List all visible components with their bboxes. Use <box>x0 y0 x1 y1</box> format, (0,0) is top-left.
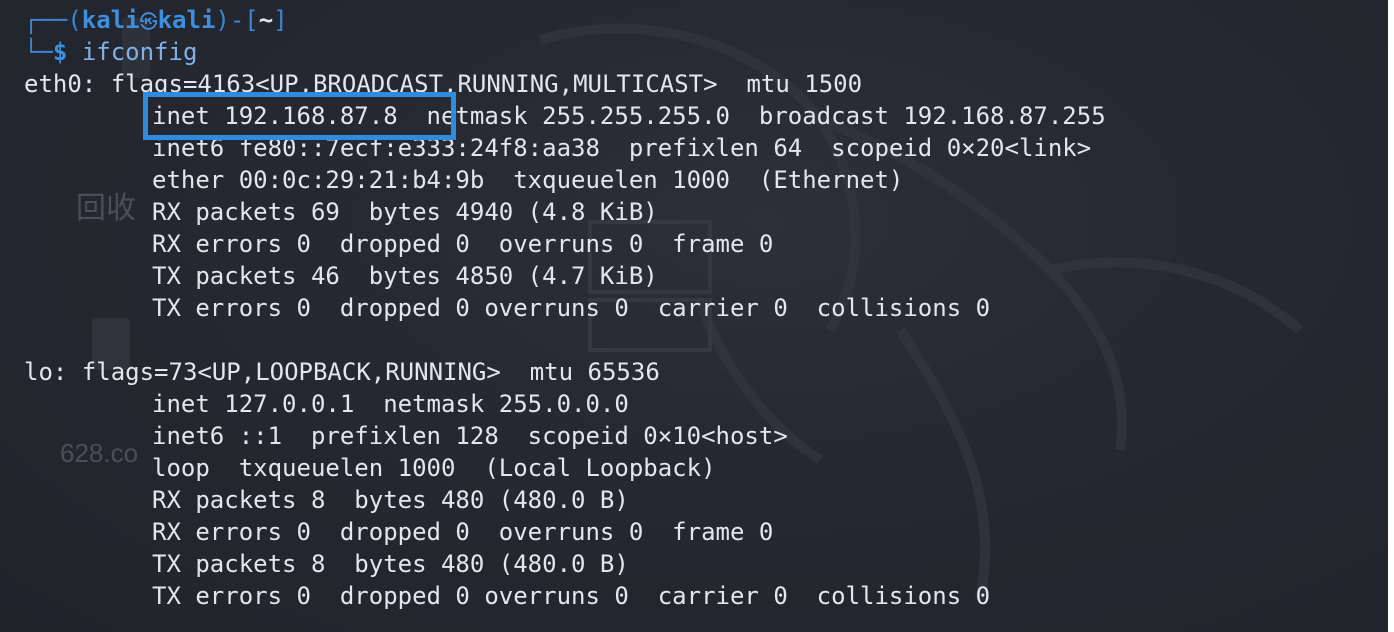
lo-inet: inet 127.0.0.1 netmask 255.0.0.0 <box>152 390 629 418</box>
lo-rx-errors: RX errors 0 dropped 0 overruns 0 frame 0 <box>152 518 774 546</box>
prompt-host: kali <box>157 6 216 34</box>
lo-inet6: inet6 ::1 prefixlen 128 scopeid 0×10<hos… <box>152 422 788 450</box>
eth0-tx-errors-line: TX errors 0 dropped 0 overruns 0 carrier… <box>24 292 1106 324</box>
kali-skull-icon: ㉿ <box>139 12 158 33</box>
terminal-output: ┌──(kali㉿kali)-[~] └─$ ifconfig eth0: fl… <box>24 4 1106 612</box>
lo-loop: loop txqueuelen 1000 (Local Loopback) <box>152 454 716 482</box>
lo-inet-line: inet 127.0.0.1 netmask 255.0.0.0 <box>24 388 1106 420</box>
eth0-inet6: inet6 fe80::7ecf:e333:24f8:aa38 prefixle… <box>152 134 1092 162</box>
prompt-corner-bottom: └─ <box>24 38 53 66</box>
lo-tx-errors-line: TX errors 0 dropped 0 overruns 0 carrier… <box>24 580 1106 612</box>
lo-tx-packets: TX packets 8 bytes 480 (480.0 B) <box>152 550 629 578</box>
eth0-header: eth0: flags=4163<UP,BROADCAST,RUNNING,MU… <box>24 70 863 98</box>
eth0-rx-packets: RX packets 69 bytes 4940 (4.8 KiB) <box>152 198 658 226</box>
eth0-inet: inet 192.168.87.8 netmask 255.255.255.0 … <box>152 102 1106 130</box>
prompt-bracket-end: ] <box>273 6 288 34</box>
prompt-cwd: ~ <box>258 6 274 34</box>
command-line: └─$ ifconfig <box>24 36 1106 68</box>
eth0-rx-errors: RX errors 0 dropped 0 overruns 0 frame 0 <box>152 230 774 258</box>
lo-tx-errors: TX errors 0 dropped 0 overruns 0 carrier… <box>152 582 991 610</box>
command-text: ifconfig <box>81 38 198 66</box>
eth0-inet6-line: inet6 fe80::7ecf:e333:24f8:aa38 prefixle… <box>24 132 1106 164</box>
eth0-rx-errors-line: RX errors 0 dropped 0 overruns 0 frame 0 <box>24 228 1106 260</box>
lo-inet6-line: inet6 ::1 prefixlen 128 scopeid 0×10<hos… <box>24 420 1106 452</box>
lo-rx-packets: RX packets 8 bytes 480 (480.0 B) <box>152 486 629 514</box>
eth0-ether-line: ether 00:0c:29:21:b4:9b txqueuelen 1000 … <box>24 164 1106 196</box>
terminal-window[interactable]: 回收 628.co ┌──(kali㉿kali)-[~] └─$ ifconfi… <box>0 0 1394 632</box>
lo-header: lo: flags=73<UP,LOOPBACK,RUNNING> mtu 65… <box>24 358 660 386</box>
lo-rx-packets-line: RX packets 8 bytes 480 (480.0 B) <box>24 484 1106 516</box>
eth0-tx-packets-line: TX packets 46 bytes 4850 (4.7 KiB) <box>24 260 1106 292</box>
lo-rx-errors-line: RX errors 0 dropped 0 overruns 0 frame 0 <box>24 516 1106 548</box>
eth0-rx-packets-line: RX packets 69 bytes 4940 (4.8 KiB) <box>24 196 1106 228</box>
prompt-dollar: $ <box>52 38 68 66</box>
lo-loop-line: loop txqueuelen 1000 (Local Loopback) <box>24 452 1106 484</box>
window-edge <box>1388 0 1394 632</box>
eth0-inet-line: inet 192.168.87.8 netmask 255.255.255.0 … <box>24 100 1106 132</box>
prompt-bracket-mid: )-[ <box>215 6 259 34</box>
prompt-corner-top: ┌──( <box>24 6 82 34</box>
lo-tx-packets-line: TX packets 8 bytes 480 (480.0 B) <box>24 548 1106 580</box>
prompt-line: ┌──(kali㉿kali)-[~] <box>24 4 1106 36</box>
prompt-user: kali <box>81 6 140 34</box>
eth0-ether: ether 00:0c:29:21:b4:9b txqueuelen 1000 … <box>152 166 904 194</box>
eth0-tx-errors: TX errors 0 dropped 0 overruns 0 carrier… <box>152 294 991 322</box>
eth0-tx-packets: TX packets 46 bytes 4850 (4.7 KiB) <box>152 262 658 290</box>
